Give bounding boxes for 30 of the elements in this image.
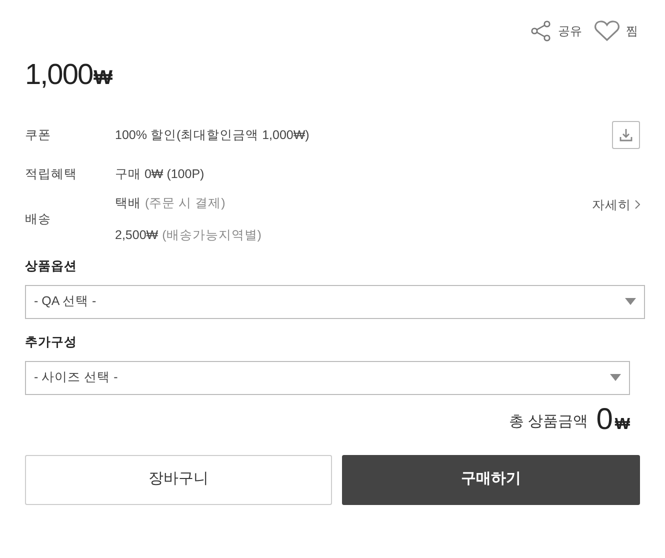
info-note: (배송가능지역별) <box>162 227 262 244</box>
info-label: 배송 <box>25 210 52 228</box>
wish-button[interactable]: 찜 <box>594 20 638 42</box>
cart-button[interactable]: 장바구니 <box>25 454 332 504</box>
info-label: 적립혜택 <box>25 166 78 183</box>
share-button[interactable]: 공유 <box>530 20 582 42</box>
info-value: 100% 할인(최대할인금액 1,000₩) <box>115 126 310 144</box>
price: 1,000 <box>25 58 93 93</box>
info-value: 구매 0₩ (100P) <box>115 166 204 183</box>
info-note: (주문 시 결제) <box>145 194 226 212</box>
chevron-right-icon <box>635 200 640 210</box>
detail-link[interactable]: 자세히 <box>592 196 640 214</box>
download-button[interactable] <box>612 121 640 149</box>
option-select[interactable]: - 사이즈 선택 - <box>25 360 630 394</box>
download-icon <box>619 128 633 142</box>
info-value: 2,500₩ <box>115 227 158 244</box>
total-amount: 0 <box>596 404 613 434</box>
option-label: 상품옵션 <box>25 258 78 275</box>
dropdown-arrow-icon <box>625 298 636 306</box>
dropdown-arrow-icon <box>610 374 621 381</box>
currency: ₩ <box>94 66 112 91</box>
option-label: 추가구성 <box>25 334 78 351</box>
option-select[interactable]: - QA 선택 - <box>25 284 645 319</box>
info-value: 택배 <box>115 194 141 212</box>
share-icon <box>530 20 552 42</box>
buy-button[interactable]: 구매하기 <box>342 454 640 504</box>
total-label: 총 상품금액 <box>509 412 588 432</box>
info-label: 쿠폰 <box>25 126 52 144</box>
total-currency: ₩ <box>614 414 630 434</box>
heart-icon <box>594 20 620 42</box>
